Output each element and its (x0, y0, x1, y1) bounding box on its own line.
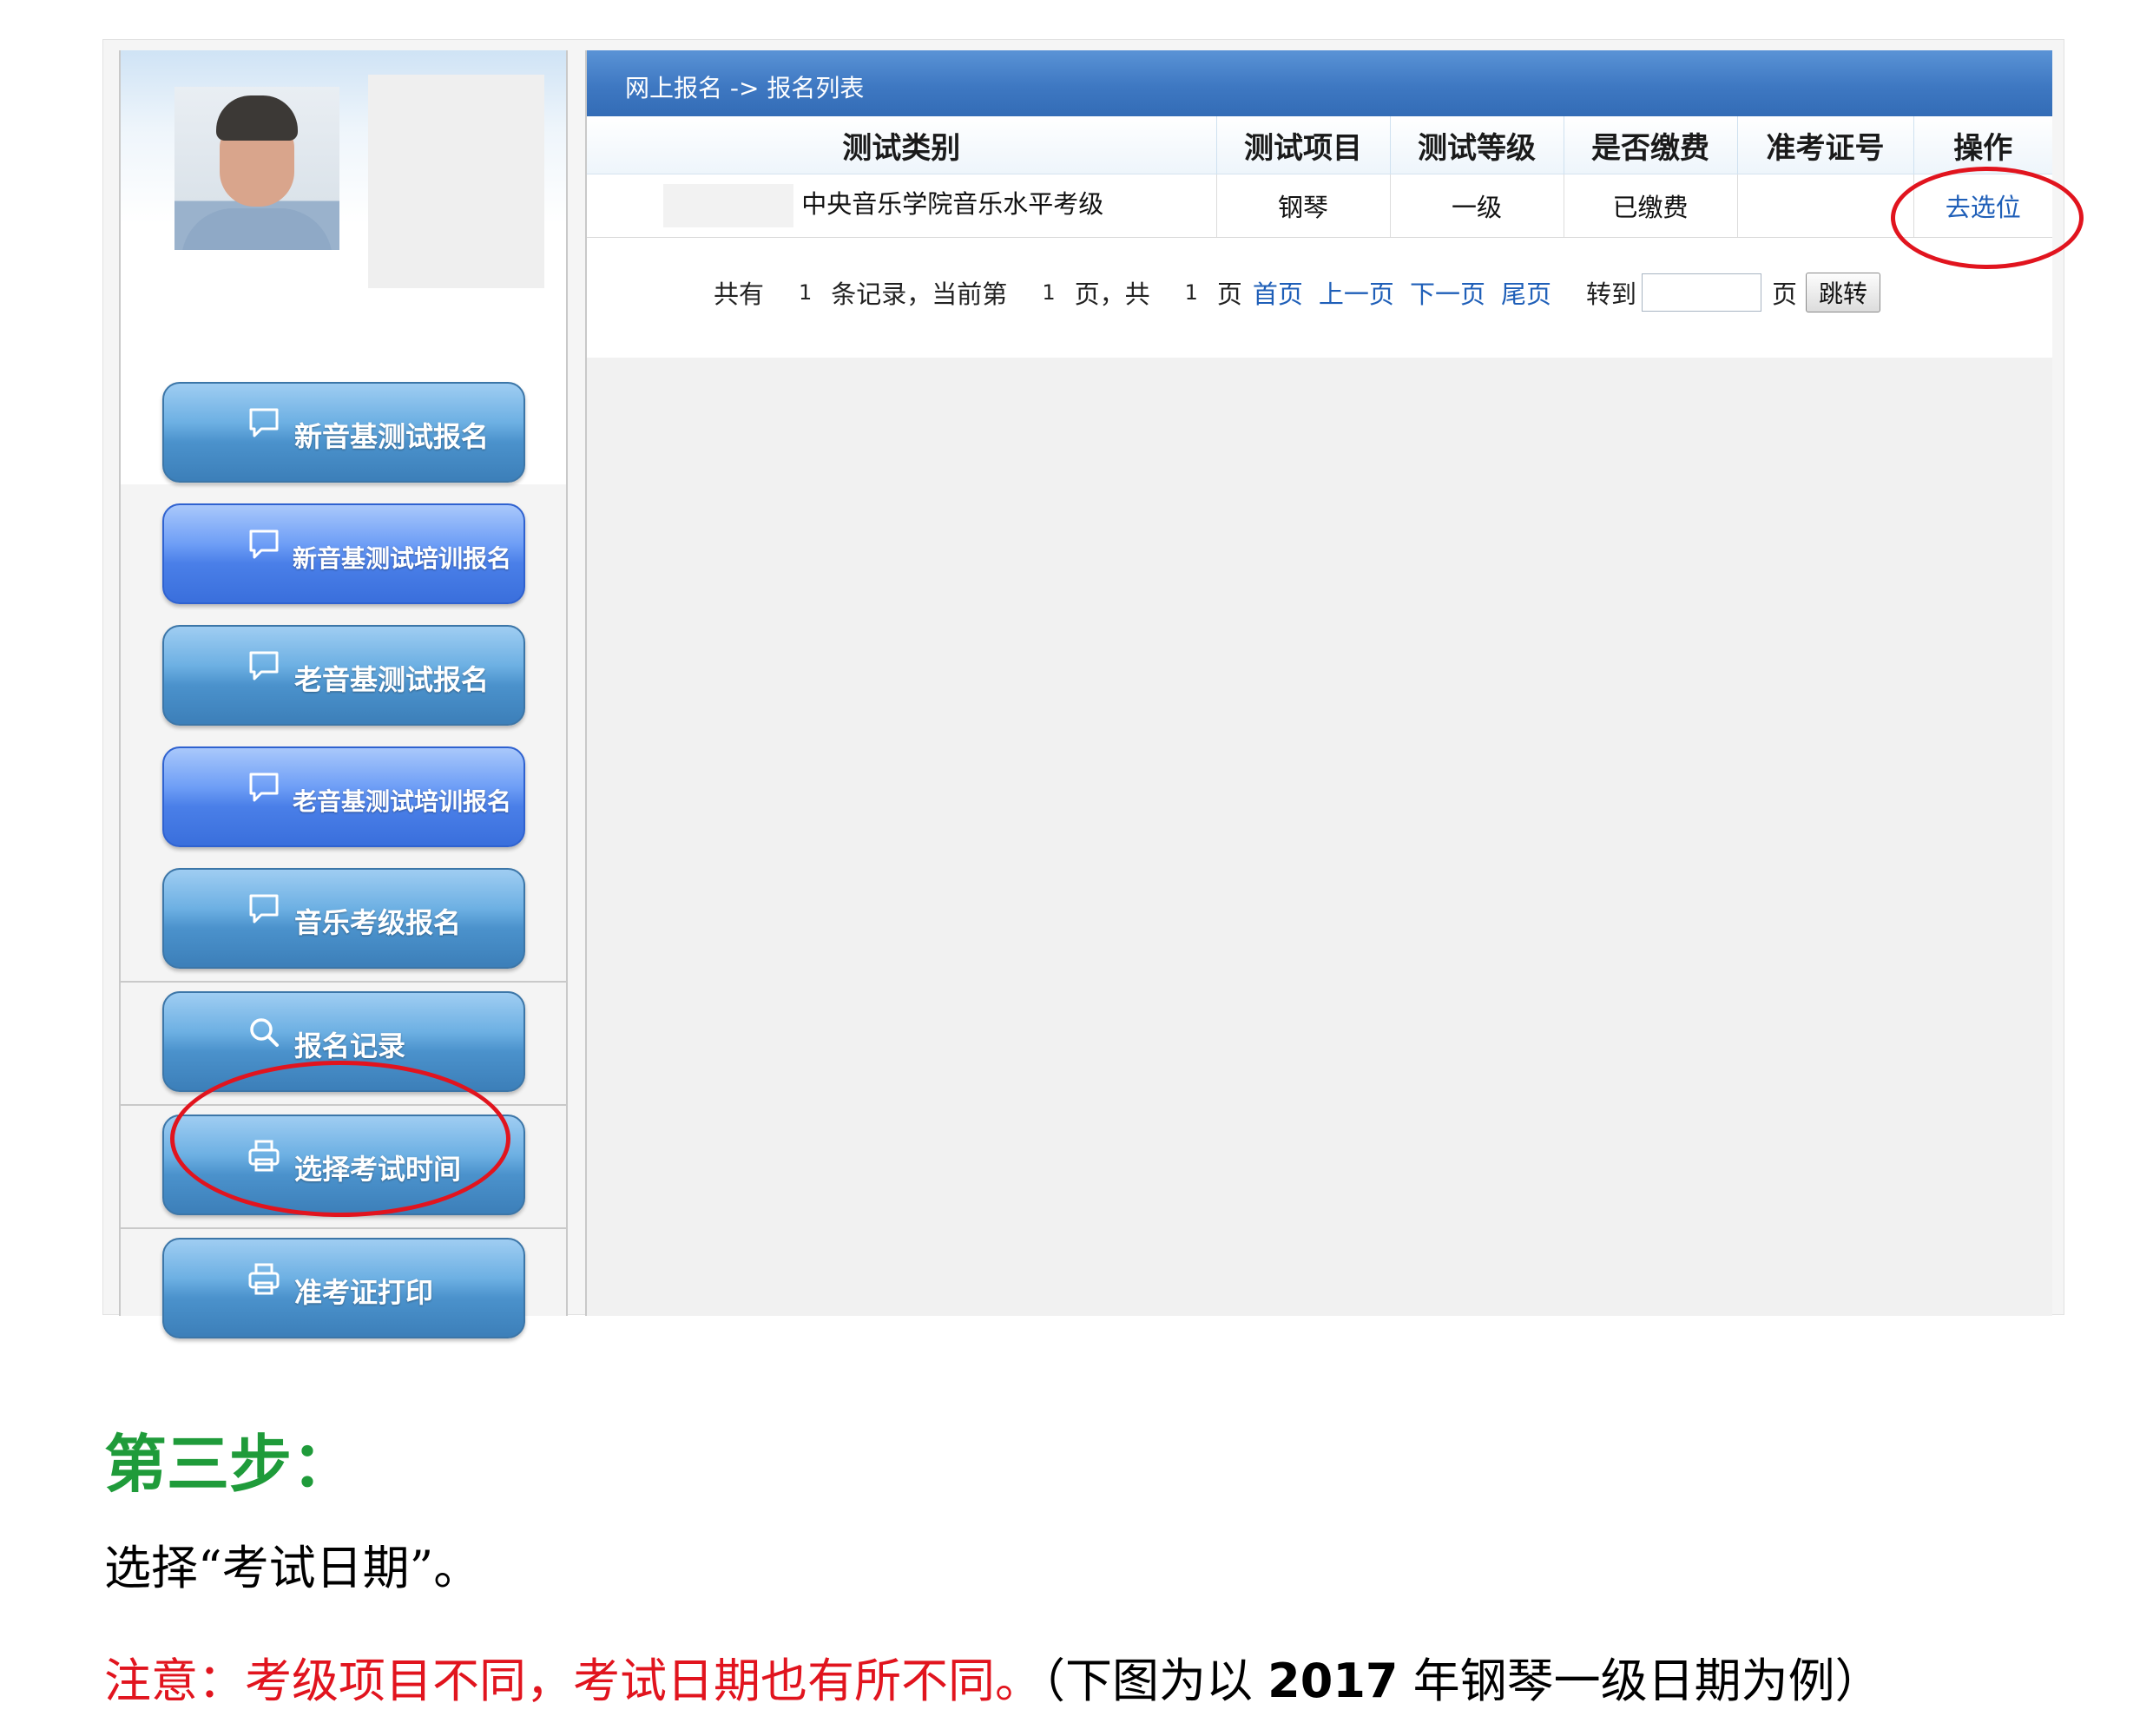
note-example-prefix: （下图为以 (1042, 1654, 1253, 1708)
avatar-photo (174, 87, 339, 250)
main-panel: 网上报名 -> 报名列表 测试类别 测试项目 测试等级 是否缴费 准考证号 操作 (585, 50, 2052, 1316)
goto-page-input[interactable] (1641, 273, 1761, 312)
category-text: 中央音乐学院音乐水平考级 (801, 189, 1104, 219)
annotation-circle-select-time (170, 1061, 510, 1217)
search-icon (250, 1018, 279, 1047)
table-row: 中央音乐学院音乐水平考级 钢琴 一级 已缴费 去选位 (587, 174, 2052, 238)
sidebar-item-old-basic-training[interactable]: 老音基测试培训报名 (162, 746, 525, 847)
jump-button[interactable]: 跳转 (1806, 273, 1881, 312)
column-header-ticket-number: 准考证号 (1737, 116, 1914, 174)
sidebar-item-new-basic-test[interactable]: 新音基测试报名 (162, 382, 525, 483)
column-header-category: 测试类别 (587, 116, 1217, 174)
registration-list: 测试类别 测试项目 测试等级 是否缴费 准考证号 操作 中央音乐学院音乐水平考级 (587, 116, 2052, 358)
sidebar-item-old-basic-test[interactable]: 老音基测试报名 (162, 625, 525, 726)
column-header-paid: 是否缴费 (1564, 116, 1738, 174)
comment-icon (249, 773, 279, 802)
sidebar-item-label: 报名记录 (294, 1029, 406, 1062)
pagination: 共有 1 条记录，当前第 1 页，共 1 页 首页 上一页 下一页 尾页 转到 … (714, 273, 1881, 312)
annotation-circle-action (1891, 167, 2084, 269)
note-example-suffix: 年钢琴一级日期为例） (1412, 1654, 1882, 1708)
pager-records-text: 条记录，当前第 (831, 279, 1008, 309)
sidebar-item-admission-ticket-print[interactable]: 准考证打印 (162, 1238, 525, 1338)
sidebar-item-new-basic-training[interactable]: 新音基测试培训报名 (162, 503, 525, 604)
sidebar-item-label: 新音基测试报名 (294, 420, 490, 453)
sidebar-item-label: 准考证打印 (294, 1276, 434, 1309)
sidebar-item-label: 老音基测试培训报名 (293, 787, 512, 816)
pager-page-suffix: 页 (1216, 279, 1242, 309)
step-title: 第三步： (104, 1428, 355, 1501)
comment-icon (249, 651, 279, 681)
panel-header: 网上报名 -> 报名列表 (587, 50, 2052, 116)
table-header-row: 测试类别 测试项目 测试等级 是否缴费 准考证号 操作 (587, 116, 2052, 174)
sidebar-item-label: 老音基测试报名 (294, 663, 490, 696)
comment-icon (249, 408, 279, 437)
column-header-item: 测试项目 (1216, 116, 1391, 174)
goto-label: 转到 (1585, 279, 1636, 309)
registration-table: 测试类别 测试项目 测试等级 是否缴费 准考证号 操作 中央音乐学院音乐水平考级 (587, 116, 2052, 238)
pager-total-count: 1 (799, 280, 813, 305)
sidebar-divider (121, 981, 566, 983)
column-header-level: 测试等级 (1390, 116, 1564, 174)
note-warning: 注意：考级项目不同，考试日期也有所不同。 (104, 1654, 1042, 1708)
pager-total-pages: 1 (1184, 280, 1198, 305)
comment-icon (249, 894, 279, 924)
cell-category: 中央音乐学院音乐水平考级 (587, 174, 1217, 238)
sidebar-item-label: 音乐考级报名 (294, 906, 462, 939)
next-page-link[interactable]: 下一页 (1410, 274, 1485, 311)
sidebar-item-label: 新音基测试培训报名 (293, 544, 512, 573)
pager-pages-text: 页，共 (1074, 279, 1150, 309)
comment-icon (249, 529, 279, 559)
last-page-link[interactable]: 尾页 (1501, 274, 1551, 311)
redacted-info-block (368, 75, 544, 288)
pager-total-prefix: 共有 (714, 279, 765, 309)
first-page-link[interactable]: 首页 (1253, 274, 1303, 311)
pager-current-page: 1 (1042, 280, 1056, 305)
sidebar-item-music-grade-exam[interactable]: 音乐考级报名 (162, 868, 525, 969)
goto-suffix: 页 (1771, 279, 1797, 309)
prev-page-link[interactable]: 上一页 (1319, 274, 1394, 311)
cell-level: 一级 (1390, 174, 1564, 238)
redacted-block (663, 184, 793, 227)
cell-paid: 已缴费 (1564, 174, 1738, 238)
step-description: 选择“考试日期”。 (104, 1541, 481, 1595)
cell-item: 钢琴 (1216, 174, 1391, 238)
note-year: 2017 (1267, 1654, 1399, 1708)
breadcrumb: 网上报名 -> 报名列表 (625, 74, 865, 102)
sidebar-divider (121, 1227, 566, 1229)
cell-ticket-number (1737, 174, 1914, 238)
column-header-action: 操作 (1913, 116, 2052, 174)
note-line: 注意：考级项目不同，考试日期也有所不同。（下图为以 2017 年钢琴一级日期为例… (104, 1642, 1882, 1711)
printer-icon (248, 1263, 280, 1295)
